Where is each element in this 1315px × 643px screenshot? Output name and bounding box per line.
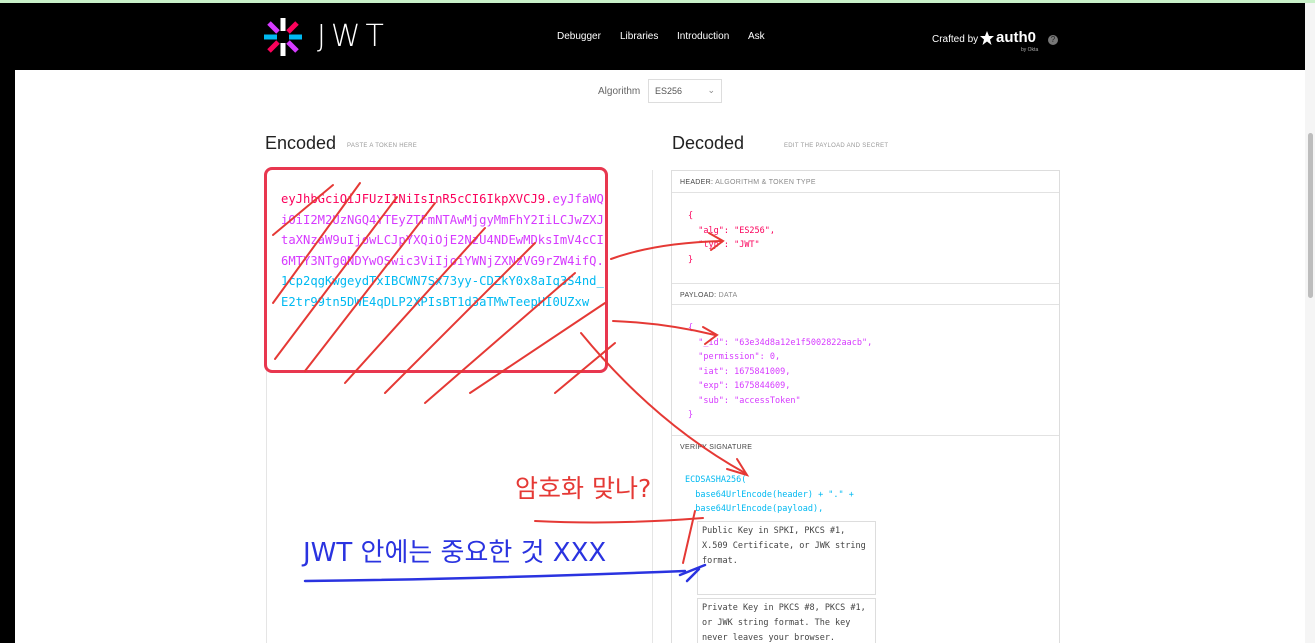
annotation-slash-6 [384, 242, 536, 394]
annotation-arrow-header [610, 240, 722, 260]
annotation-slash-5 [344, 227, 486, 384]
annotation-arrowhead-payload [702, 326, 719, 345]
annotation-underline-red [534, 517, 704, 524]
annotation-marks-blue [678, 563, 707, 583]
annotation-question: 암호화 맞나? [515, 474, 652, 503]
annotation-slash-1 [272, 184, 334, 236]
scrollbar-thumb[interactable] [1308, 133, 1313, 298]
annotation-slash-3 [274, 196, 398, 360]
annotation-slash-9 [554, 342, 616, 394]
annotation-arrow-payload [612, 320, 716, 336]
browser-viewport: JWT Debugger Libraries Introduction Ask … [15, 3, 1305, 643]
scrollbar-track[interactable] [1305, 3, 1315, 643]
annotation-note: JWT 안에는 중요한 것 XXX [303, 538, 607, 568]
annotation-underline-blue [303, 569, 687, 583]
annotation-strokes [272, 182, 750, 583]
annotation-slash-2 [272, 182, 361, 304]
annotation-arrow-signature [580, 332, 746, 474]
annotation-slash-4 [304, 202, 436, 372]
annotation-slash-8 [469, 302, 606, 394]
